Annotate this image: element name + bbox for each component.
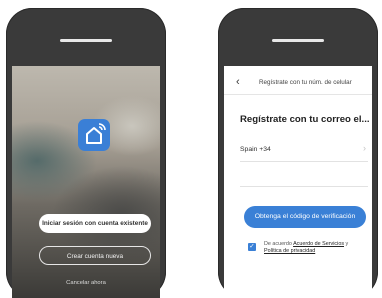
- create-account-button[interactable]: Crear cuenta nueva: [39, 246, 151, 265]
- phone-speaker: [272, 39, 324, 42]
- agreement-checkbox[interactable]: ✓: [248, 243, 256, 251]
- terms-link[interactable]: Acuerdo de Servicios: [293, 241, 344, 247]
- privacy-link[interactable]: Política de privacidad: [264, 248, 315, 254]
- chevron-right-icon: ›: [363, 143, 366, 153]
- divider: [240, 161, 368, 162]
- agree-conjunction: y: [345, 241, 349, 247]
- agreement-text: De acuerdo Acuerdo de Servicios y Políti…: [264, 241, 368, 255]
- phone-frame-login: Iniciar sesión con cuenta existente Crea…: [6, 8, 166, 298]
- cancel-link[interactable]: Cancelar ahora: [12, 280, 160, 286]
- email-field-underline[interactable]: [240, 186, 368, 187]
- divider: [224, 94, 372, 95]
- phone-speaker: [60, 39, 112, 42]
- page-title: Regístrate con tu correo el...: [240, 114, 370, 125]
- country-selector[interactable]: Spain +34 ›: [240, 143, 368, 157]
- phone-frame-register: ‹ Regístrate con tu núm. de celular Regí…: [218, 8, 378, 298]
- login-screen: Iniciar sesión con cuenta existente Crea…: [12, 66, 160, 298]
- agree-prefix: De acuerdo: [264, 241, 292, 247]
- country-value: Spain +34: [240, 146, 271, 153]
- register-screen: ‹ Regístrate con tu núm. de celular Regí…: [224, 66, 372, 298]
- get-verification-code-button[interactable]: Obtenga el código de verificación: [244, 206, 366, 228]
- login-existing-account-button[interactable]: Iniciar sesión con cuenta existente: [39, 214, 151, 233]
- nav-title[interactable]: Regístrate con tu núm. de celular: [259, 79, 352, 86]
- home-wifi-icon: [78, 119, 110, 151]
- chevron-left-icon[interactable]: ‹: [236, 77, 240, 88]
